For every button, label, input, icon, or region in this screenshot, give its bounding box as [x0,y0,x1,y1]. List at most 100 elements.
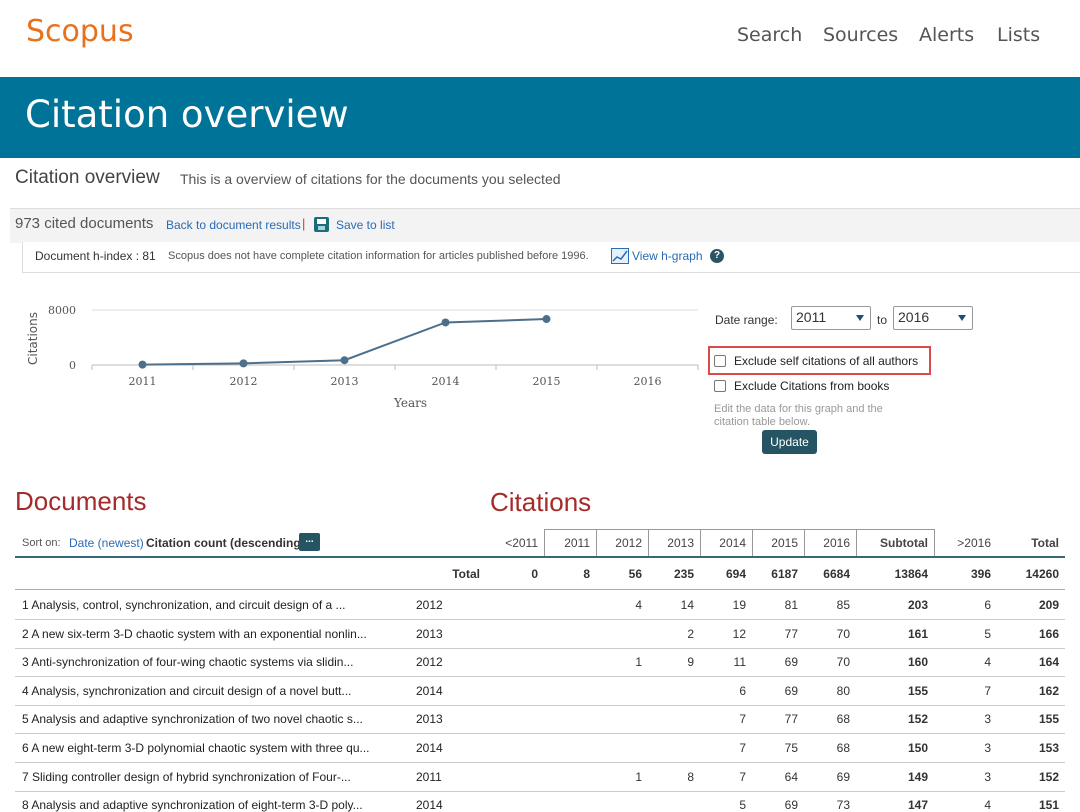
citation-cell: 5 [984,626,991,641]
document-title-link[interactable]: 8 Analysis and adaptive synchronization … [22,798,363,812]
citation-cell: 73 [836,798,850,812]
document-title-link[interactable]: 7 Sliding controller design of hybrid sy… [22,770,351,784]
citation-cell: 164 [1038,655,1059,670]
citation-cell: 4 [984,655,991,670]
citation-cell: 7 [739,712,746,727]
cited-count: 973 cited documents [15,215,154,232]
save-to-list-link[interactable]: Save to list [336,218,395,232]
chart-y-tick-label: 8000 [48,304,76,317]
citation-cell: 14 [680,598,694,612]
date-range-label: Date range: [715,313,778,327]
exclude-self-checkbox[interactable] [714,355,726,367]
total-cell: 6187 [771,567,798,581]
chart-point [138,360,147,369]
sort-count-option[interactable]: Citation count (descending) [146,536,305,550]
citation-cell: 70 [836,655,850,670]
chart-y-tick-label: 0 [69,359,76,372]
column-divider [856,529,857,556]
document-title-link[interactable]: 5 Analysis and adaptive synchronization … [22,712,363,726]
citation-cell: 4 [635,598,642,612]
scopus-logo[interactable]: Scopus [26,14,134,49]
citation-cell: 68 [836,712,850,727]
citations-line-chart: 0 8000 2011 2012 2013 2014 2015 2016 Years Cita… [26,304,699,410]
total-cell: 14260 [1025,567,1059,581]
total-cell: 0 [531,567,538,581]
citation-cell: 3 [984,741,991,755]
exclude-self-label[interactable]: Exclude self citations of all authors [734,354,918,368]
document-title-link[interactable]: 1 Analysis, control, synchronization, an… [22,598,346,612]
more-sort-button[interactable]: ... [299,533,320,551]
exclude-books-label[interactable]: Exclude Citations from books [734,379,889,393]
column-header: Total [1031,536,1059,550]
chart-x-tick-label: 2013 [331,375,359,388]
column-divider [700,529,701,556]
nav-sources[interactable]: Sources [823,24,898,46]
column-header: Subtotal [880,536,928,550]
sort-date-link[interactable]: Date (newest) [69,536,144,550]
column-divider [648,529,649,556]
citation-cell: 150 [907,741,928,755]
column-divider [804,529,805,556]
exclude-books-checkbox[interactable] [714,380,726,392]
column-header: 2015 [771,536,798,550]
chart-point [441,318,450,327]
row-divider [15,647,1065,649]
date-from-select[interactable]: 2011 [791,306,871,330]
citation-cell: 6 [984,598,991,612]
chart-tick-labels: 0 8000 2011 2012 2013 2014 2015 2016 [48,304,662,388]
citation-cell: 1 [635,655,642,670]
date-to-select[interactable]: 2016 [893,306,973,330]
citation-cell: 8 [687,769,694,784]
back-to-results-link[interactable]: Back to document results [166,218,301,232]
table-header-divider [15,556,1065,558]
view-h-graph-link[interactable]: View h-graph [632,249,703,263]
document-year: 2013 [416,712,443,727]
citation-cell: 80 [836,683,850,698]
total-label: Total [452,567,480,581]
document-title-link[interactable]: 4 Analysis, synchronization and circuit … [22,684,352,698]
citation-cell: 7 [984,683,991,698]
page-title: Citation overview [25,93,349,136]
citation-cell: 7 [739,741,746,755]
section-title: Citation overview [15,167,160,188]
document-year: 2012 [416,655,443,670]
citation-cell: 69 [784,683,798,698]
citation-cell: 166 [1038,626,1059,641]
document-year: 2014 [416,741,443,755]
citation-cell: 203 [907,598,928,612]
toolbar-separator: | [302,216,306,231]
save-icon[interactable] [314,217,329,232]
nav-search[interactable]: Search [737,24,802,46]
document-title-link[interactable]: 3 Anti-synchronization of four-wing chao… [22,655,353,669]
chart-points [138,315,551,369]
citation-cell: 5 [739,798,746,812]
document-title-link[interactable]: 6 A new eight-term 3-D polynomial chaoti… [22,741,370,755]
column-header: 2011 [564,536,590,550]
citation-cell: 70 [836,626,850,641]
graph-icon[interactable] [611,248,629,264]
row-divider [15,704,1065,706]
h-index-note: Scopus does not have complete citation i… [168,250,589,262]
help-icon[interactable]: ? [710,249,724,263]
chart-point [340,356,349,365]
section-description: This is a overview of citations for the … [180,171,561,187]
total-cell: 13864 [894,567,928,581]
citation-cell: 77 [784,626,798,641]
document-year: 2011 [416,769,442,784]
citation-cell: 147 [907,798,928,812]
citation-cell: 19 [732,598,746,612]
citation-cell: 75 [784,741,798,755]
column-header: <2011 [505,536,538,550]
update-button[interactable]: Update [762,430,817,454]
document-title-link[interactable]: 2 A new six-term 3-D chaotic system with… [22,627,367,641]
chart-x-axis-label: Years [393,396,427,410]
citation-cell: 161 [907,626,928,641]
citation-cell: 2 [687,626,694,641]
citation-cell: 3 [984,712,991,727]
nav-lists[interactable]: Lists [997,24,1040,46]
citation-cell: 7 [739,769,746,784]
citations-heading: Citations [490,487,592,517]
nav-alerts[interactable]: Alerts [919,24,974,46]
citation-cell: 81 [784,598,798,612]
column-header: 2012 [615,536,642,550]
